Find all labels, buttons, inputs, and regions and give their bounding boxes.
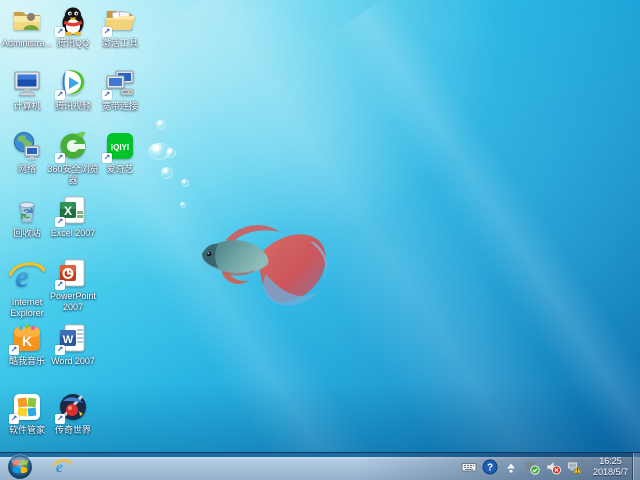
shortcut-arrow-icon: ↗: [55, 414, 65, 424]
desktop-icon-iqiyi[interactable]: iQIYI↗爱奇艺: [94, 130, 146, 175]
input-keyboard-icon[interactable]: [461, 459, 477, 475]
clock-date: 2018/5/7: [593, 467, 628, 478]
desktop-icon-internet-explorer[interactable]: eInternet Explorer: [1, 257, 53, 319]
shortcut-arrow-icon: ↗: [102, 27, 112, 37]
desktop-icon-label: 酷我音乐: [1, 356, 53, 367]
desktop-icon-software-manager[interactable]: ↗软件管家: [1, 391, 53, 436]
qq-icon: ↗: [57, 4, 89, 36]
taskbar-internet-explorer-button[interactable]: e: [47, 455, 77, 479]
legend-game-icon: ↗: [57, 391, 89, 423]
shortcut-arrow-icon: ↗: [102, 153, 112, 163]
desktop-icon-label: Internet Explorer: [1, 297, 53, 319]
excel-icon: X↗: [57, 194, 89, 226]
show-desktop-button[interactable]: [632, 453, 640, 480]
svg-text:W: W: [63, 334, 74, 346]
desktop-icon-activation-tools[interactable]: ↗激活工具: [94, 4, 146, 49]
shortcut-arrow-icon: ↗: [55, 90, 65, 100]
desktop-icon-label: 计算机: [1, 101, 53, 112]
iqiyi-icon: iQIYI↗: [104, 130, 136, 162]
start-button[interactable]: [7, 454, 33, 480]
show-hidden-icons-button[interactable]: [503, 459, 519, 475]
shortcut-arrow-icon: ↗: [55, 153, 65, 163]
desktop-icon-label: 回收站: [1, 228, 53, 239]
help-question-icon[interactable]: ?: [482, 459, 498, 475]
bubble: [166, 148, 176, 158]
desktop-icon-broadband-connection[interactable]: ↗宽带连接: [94, 67, 146, 112]
shortcut-arrow-icon: ↗: [9, 414, 19, 424]
desktop-icon-network[interactable]: 网络: [1, 130, 53, 175]
desktop-icon-label: 腾讯QQ: [47, 38, 99, 49]
browser360-icon: ↗: [57, 130, 89, 162]
tencent-video-icon: ↗: [57, 67, 89, 99]
svg-text:iQIYI: iQIYI: [111, 143, 129, 152]
desktop-icon-kuwo-music[interactable]: K↗酷我音乐: [1, 322, 53, 367]
desktop-icon-label: 腾讯视频: [47, 101, 99, 112]
desktop-icon-label: Excel 2007: [47, 228, 99, 239]
bubble: [181, 179, 189, 187]
desktop-icon-tencent-qq[interactable]: ↗腾讯QQ: [47, 4, 99, 49]
desktop-icon-tencent-video[interactable]: ↗腾讯视频: [47, 67, 99, 112]
taskbar: e ? 16:25 2018/5/7: [0, 452, 640, 480]
desktop-icon-computer[interactable]: 计算机: [1, 67, 53, 112]
clock-time: 16:25: [593, 456, 628, 467]
network-warning-icon[interactable]: [566, 459, 582, 475]
volume-muted-icon[interactable]: [545, 459, 561, 475]
shortcut-arrow-icon: ↗: [102, 90, 112, 100]
svg-text:X: X: [64, 204, 72, 218]
betta-fish: [196, 212, 334, 310]
desktop-icon-label: 软件管家: [1, 425, 53, 436]
shortcut-arrow-icon: ↗: [55, 345, 65, 355]
desktop-icon-label: 激活工具: [94, 38, 146, 49]
desktop-icon-word-2007[interactable]: W↗Word 2007: [47, 322, 99, 367]
light-ray: [333, 0, 640, 480]
kuwo-icon: K↗: [11, 322, 43, 354]
bubble: [156, 120, 166, 130]
word-icon: W↗: [57, 322, 89, 354]
computer-icon: [11, 67, 43, 99]
desktop-icon-label: Word 2007: [47, 356, 99, 367]
shortcut-arrow-icon: ↗: [9, 345, 19, 355]
desktop-icon-legend-game[interactable]: ↗传奇世界: [47, 391, 99, 436]
desktop-icon-label: PowerPoint 2007: [47, 291, 99, 313]
powerpoint-icon: ↗: [57, 257, 89, 289]
recycle-bin-icon: [11, 194, 43, 226]
desktop-icon-recycle-bin[interactable]: 回收站: [1, 194, 53, 239]
desktop-icon-label: 传奇世界: [47, 425, 99, 436]
desktop: Administra...↗腾讯QQ↗激活工具计算机↗腾讯视频↗宽带连接网络↗3…: [0, 0, 640, 480]
desktop-icon-label: 360安全浏览器: [47, 164, 99, 186]
svg-text:K: K: [22, 333, 32, 349]
desktop-icon-administrator-folder[interactable]: Administra...: [1, 4, 53, 49]
desktop-icon-360-safe-browser[interactable]: ↗360安全浏览器: [47, 130, 99, 186]
bubble: [180, 202, 186, 208]
ie-icon: e: [8, 257, 46, 295]
shortcut-arrow-icon: ↗: [55, 280, 65, 290]
taskbar-clock[interactable]: 16:25 2018/5/7: [593, 456, 628, 478]
security-ok-icon[interactable]: [524, 459, 540, 475]
broadband-icon: ↗: [104, 67, 136, 99]
desktop-icon-excel-2007[interactable]: X↗Excel 2007: [47, 194, 99, 239]
desktop-icon-label: Administra...: [1, 38, 53, 49]
network-icon: [11, 130, 43, 162]
user-folder-icon: [11, 4, 43, 36]
shortcut-arrow-icon: ↗: [55, 217, 65, 227]
folder-tools-icon: ↗: [104, 4, 136, 36]
desktop-icon-label: 爱奇艺: [94, 164, 146, 175]
desktop-icon-label: 宽带连接: [94, 101, 146, 112]
shortcut-arrow-icon: ↗: [55, 27, 65, 37]
desktop-icon-powerpoint-2007[interactable]: ↗PowerPoint 2007: [47, 257, 99, 313]
system-tray: ?: [461, 459, 582, 475]
bubble: [161, 167, 173, 179]
svg-text:?: ?: [487, 462, 493, 473]
light-ray: [153, 0, 627, 480]
desktop-icon-label: 网络: [1, 164, 53, 175]
software-manager-icon: ↗: [11, 391, 43, 423]
